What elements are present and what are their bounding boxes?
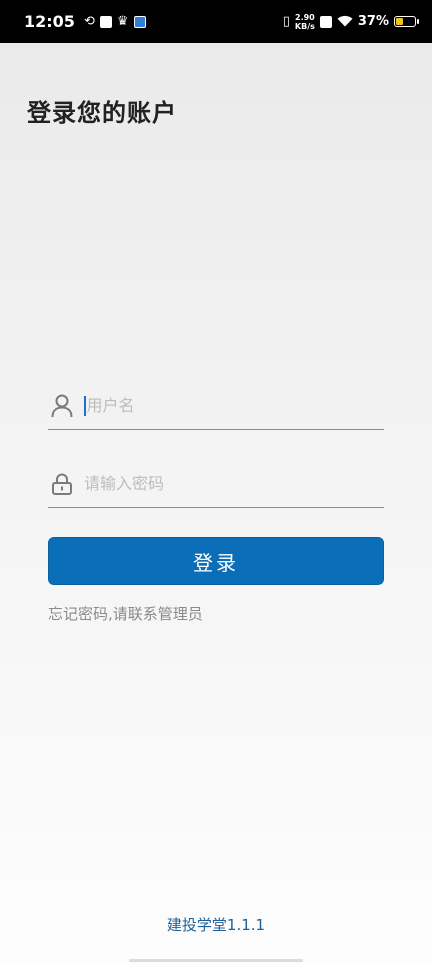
status-bar: 12:05 ⟲ ♛ ▯ 2.90 KB/s 37% <box>0 0 432 43</box>
calendar-icon <box>99 15 112 28</box>
page-title: 登录您的账户 <box>27 99 177 127</box>
no-sim-icon <box>319 15 332 28</box>
vibrate-icon: ▯ <box>282 14 290 29</box>
battery-icon <box>394 16 419 27</box>
forgot-password-text: 忘记密码,请联系管理员 <box>48 605 203 623</box>
lock-icon <box>50 472 74 496</box>
password-input[interactable] <box>84 463 384 504</box>
home-indicator[interactable] <box>129 959 303 962</box>
status-time: 12:05 <box>24 12 75 31</box>
net-speed-value: 2.90 <box>295 12 315 22</box>
wifi-icon <box>337 12 353 31</box>
app-notification-icon <box>133 15 146 28</box>
battery-percent: 37% <box>357 14 389 29</box>
net-speed: 2.90 KB/s <box>295 13 315 31</box>
net-speed-unit: KB/s <box>294 21 315 31</box>
crown-icon: ♛ <box>116 14 129 29</box>
status-bar-left: 12:05 ⟲ ♛ <box>24 12 146 31</box>
sync-icon: ⟲ <box>83 14 95 29</box>
status-bar-right: ▯ 2.90 KB/s 37% <box>282 12 419 31</box>
text-cursor <box>84 395 86 416</box>
user-icon <box>50 394 74 418</box>
username-field[interactable] <box>48 382 384 430</box>
battery-fill <box>396 18 403 25</box>
username-input[interactable] <box>86 385 384 426</box>
login-button[interactable]: 登录 <box>48 537 384 585</box>
password-field[interactable] <box>48 460 384 508</box>
app-version: 建投学堂1.1.1 <box>166 916 266 934</box>
